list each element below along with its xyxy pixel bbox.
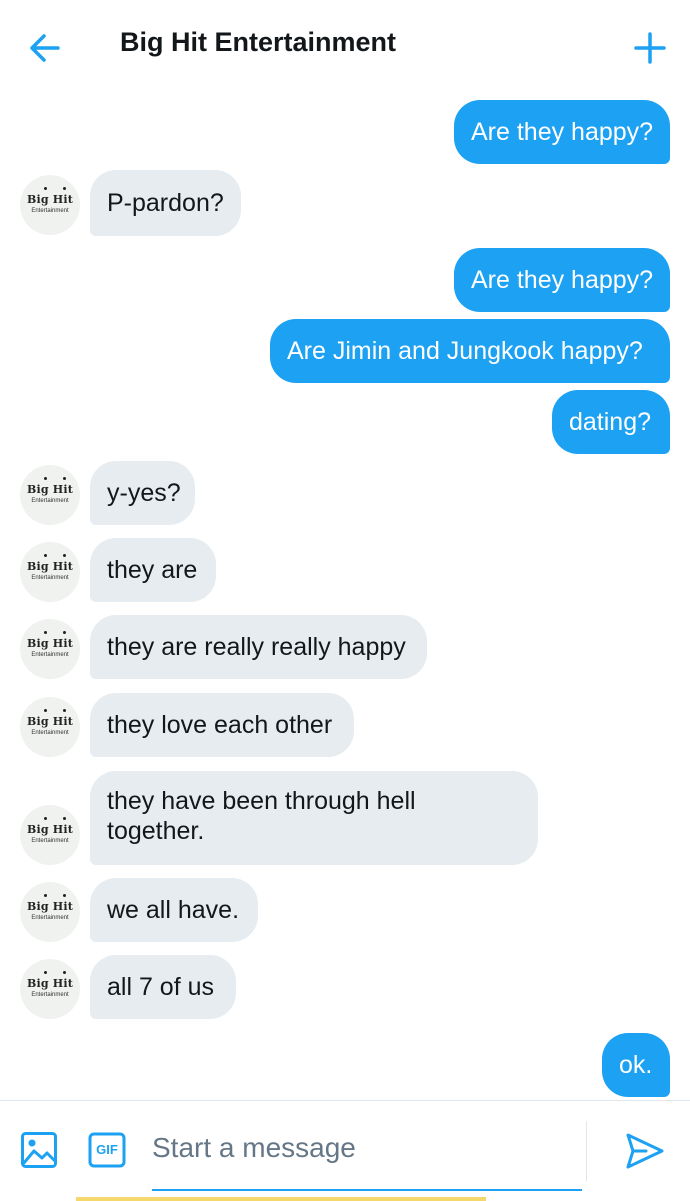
system-bar-indicator xyxy=(76,1197,486,1201)
avatar[interactable]: Big Hit Entertainment xyxy=(20,882,80,942)
logo-subtext: Entertainment xyxy=(31,575,69,581)
logo-text: Big Hit xyxy=(26,483,74,496)
message-bubble-outgoing[interactable]: Are they happy? xyxy=(454,248,670,312)
message-text: P-pardon? xyxy=(107,189,224,217)
add-button[interactable] xyxy=(626,24,674,72)
logo-subtext: Entertainment xyxy=(31,498,69,504)
back-button[interactable] xyxy=(22,28,70,68)
logo-dot xyxy=(63,971,66,974)
avatar[interactable]: Big Hit Entertainment xyxy=(20,697,80,757)
plus-icon xyxy=(634,32,666,64)
message-text: Are they happy? xyxy=(471,118,654,146)
message-input[interactable] xyxy=(152,1127,582,1169)
message-text: they have been through hell together. xyxy=(107,787,416,845)
logo-dot xyxy=(44,631,47,634)
message-bubble-incoming[interactable]: y-yes? xyxy=(90,461,195,525)
avatar[interactable]: Big Hit Entertainment xyxy=(20,619,80,679)
logo-subtext: Entertainment xyxy=(31,915,69,921)
logo-dot xyxy=(44,554,47,557)
message-text: Are they happy? xyxy=(471,266,654,294)
add-gif-button[interactable]: GIF xyxy=(88,1132,126,1168)
logo-subtext: Entertainment xyxy=(31,992,69,998)
message-bubble-outgoing[interactable]: Are they happy? xyxy=(454,100,670,164)
logo-subtext: Entertainment xyxy=(31,208,69,214)
avatar[interactable]: Big Hit Entertainment xyxy=(20,175,80,235)
logo-dot xyxy=(44,817,47,820)
send-icon xyxy=(626,1133,664,1169)
logo-subtext: Entertainment xyxy=(31,730,69,736)
logo-text: Big Hit xyxy=(26,637,74,650)
message-text: they are xyxy=(107,556,198,584)
message-text: all 7 of us xyxy=(107,973,215,1001)
message-text: y-yes? xyxy=(107,479,181,507)
logo-subtext: Entertainment xyxy=(31,652,69,658)
logo-dot xyxy=(44,187,47,190)
avatar[interactable]: Big Hit Entertainment xyxy=(20,465,80,525)
logo-dot xyxy=(63,817,66,820)
message-bubble-outgoing[interactable]: ok. xyxy=(602,1033,670,1097)
logo-dot xyxy=(63,709,66,712)
image-icon xyxy=(21,1132,57,1168)
logo-dot xyxy=(44,709,47,712)
message-text: they love each other xyxy=(107,711,333,739)
logo-text: Big Hit xyxy=(26,977,74,990)
logo-text: Big Hit xyxy=(26,715,74,728)
message-bubble-incoming[interactable]: we all have. xyxy=(90,878,258,942)
message-bubble-incoming[interactable]: they love each other xyxy=(90,693,354,757)
logo-text: Big Hit xyxy=(26,823,74,836)
message-bubble-outgoing[interactable]: dating? xyxy=(552,390,670,454)
message-text: Are Jimin and Jungkook happy? xyxy=(287,337,643,365)
logo-subtext: Entertainment xyxy=(31,838,69,844)
message-text: ok. xyxy=(619,1051,653,1079)
logo-text: Big Hit xyxy=(26,193,74,206)
composer-divider xyxy=(586,1121,587,1181)
message-bubble-incoming[interactable]: they are really really happy xyxy=(90,615,427,679)
conversation-title: Big Hit Entertainment xyxy=(120,27,397,57)
logo-text: Big Hit xyxy=(26,900,74,913)
message-bubble-incoming[interactable]: they have been through hell together. xyxy=(90,771,538,865)
avatar[interactable]: Big Hit Entertainment xyxy=(20,542,80,602)
logo-text: Big Hit xyxy=(26,560,74,573)
logo-dot xyxy=(63,477,66,480)
message-text: dating? xyxy=(569,408,652,436)
logo-dot xyxy=(63,631,66,634)
arrow-left-icon xyxy=(30,34,60,62)
message-bubble-outgoing[interactable]: Are Jimin and Jungkook happy? xyxy=(270,319,670,383)
add-photo-button[interactable] xyxy=(20,1131,58,1169)
logo-dot xyxy=(63,554,66,557)
avatar[interactable]: Big Hit Entertainment xyxy=(20,805,80,865)
message-bubble-incoming[interactable]: all 7 of us xyxy=(90,955,236,1019)
input-underline xyxy=(152,1189,582,1191)
conversation-header: Big Hit Entertainment xyxy=(0,0,690,92)
message-text: we all have. xyxy=(107,896,240,924)
logo-dot xyxy=(44,971,47,974)
logo-dot xyxy=(44,477,47,480)
message-bubble-incoming[interactable]: P-pardon? xyxy=(90,170,241,236)
gif-label: GIF xyxy=(96,1142,118,1157)
send-button[interactable] xyxy=(622,1129,666,1173)
logo-dot xyxy=(44,894,47,897)
avatar[interactable]: Big Hit Entertainment xyxy=(20,959,80,1019)
logo-dot xyxy=(63,187,66,190)
message-bubble-incoming[interactable]: they are xyxy=(90,538,216,602)
message-composer: GIF xyxy=(0,1100,690,1201)
message-text: they are really really happy xyxy=(107,633,406,661)
logo-dot xyxy=(63,894,66,897)
